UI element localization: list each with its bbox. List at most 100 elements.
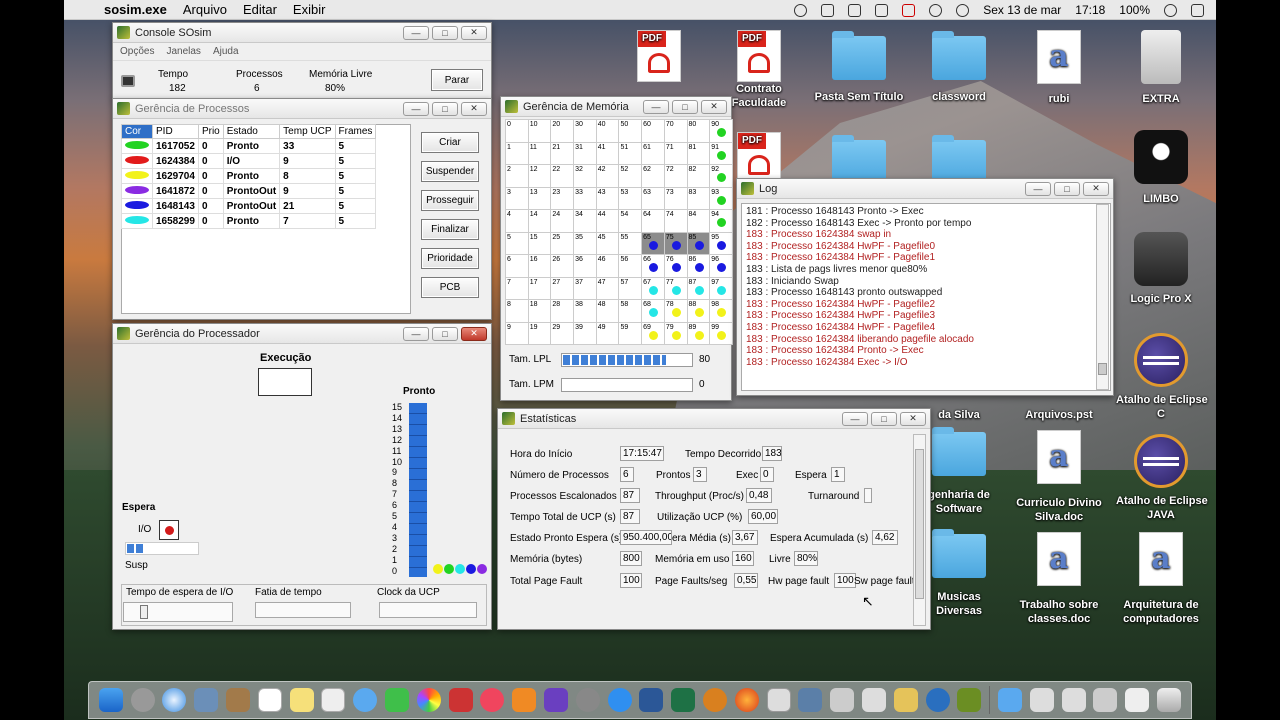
messages-icon[interactable] (353, 688, 378, 712)
prosseguir-button[interactable]: Prosseguir (421, 190, 479, 211)
firefox-icon[interactable] (734, 688, 759, 712)
stats-scrollbar[interactable] (913, 434, 926, 626)
xcode-icon[interactable] (798, 688, 823, 712)
spotlight-icon[interactable] (1164, 3, 1177, 17)
word-icon[interactable] (639, 688, 664, 712)
maximize-button[interactable]: □ (871, 411, 897, 426)
close-button[interactable]: ✕ (461, 326, 487, 341)
desktop-icon-pasta-sem-titulo[interactable]: Pasta Sem Título (814, 31, 904, 104)
trash-icon[interactable] (1156, 688, 1181, 712)
desktop-icon-arquitetura[interactable]: a Arquitetura de computadores (1116, 532, 1206, 626)
col-frames[interactable]: Frames (334, 124, 377, 139)
folder-stack-icon[interactable] (998, 688, 1022, 712)
notes-icon[interactable] (289, 688, 314, 712)
itunes-icon[interactable] (480, 688, 505, 712)
desktop-icon-trabalho[interactable]: a Trabalho sobre classes.doc (1014, 532, 1104, 626)
wifi-icon[interactable] (956, 3, 970, 17)
system-preferences-icon[interactable] (575, 688, 600, 712)
photo-booth-icon[interactable] (448, 688, 473, 712)
table-row[interactable]: 1617052 0 Pronto 33 5 (121, 138, 377, 154)
menubar-time[interactable]: 17:18 (1075, 3, 1105, 17)
menu-arquivo[interactable]: Arquivo (183, 2, 227, 17)
utilities-icon[interactable] (830, 688, 855, 712)
desktop-icon-eclipse-java[interactable]: Atalho de Eclipse JAVA (1116, 434, 1208, 522)
minimize-button[interactable]: — (842, 411, 868, 426)
menubar-date[interactable]: Sex 13 de mar (983, 3, 1061, 17)
estatisticas-titlebar[interactable]: Estatísticas — □ ✕ (498, 409, 930, 429)
desktop-icon-curriculo[interactable]: a Curriculo Divino Silva.doc (1014, 430, 1104, 524)
pcb-button[interactable]: PCB (421, 277, 479, 298)
parar-button[interactable]: Parar (431, 69, 483, 91)
criar-button[interactable]: Criar (421, 132, 479, 153)
menu-ajuda[interactable]: Ajuda (213, 46, 239, 57)
maximize-button[interactable]: □ (432, 101, 458, 116)
minimize-button[interactable]: — (643, 99, 669, 114)
col-cor[interactable]: Cor (121, 124, 153, 139)
maximize-button[interactable]: □ (1054, 181, 1080, 196)
safari-icon[interactable] (162, 688, 187, 712)
table-row[interactable]: 1648143 0 ProntoOut 21 5 (121, 198, 377, 214)
ibooks-icon[interactable] (512, 688, 537, 712)
clock-ucp-slider[interactable] (379, 602, 477, 618)
maximize-button[interactable]: □ (432, 326, 458, 341)
console-titlebar[interactable]: Console SOsim — □ ✕ (113, 23, 491, 43)
col-estado[interactable]: Estado (222, 124, 281, 139)
archive-icon[interactable] (893, 688, 918, 712)
menu-janelas[interactable]: Janelas (166, 46, 200, 57)
app-store-icon[interactable] (607, 688, 632, 712)
close-button[interactable]: ✕ (461, 101, 487, 116)
col-pid[interactable]: PID (152, 124, 199, 139)
close-button[interactable]: ✕ (1083, 181, 1109, 196)
tempo-espera-slider[interactable] (123, 602, 233, 622)
fatia-tempo-slider[interactable] (255, 602, 351, 618)
col-prio[interactable]: Prio (197, 124, 224, 139)
col-temp-ucp[interactable]: Temp UCP (279, 124, 336, 139)
battery-percent[interactable]: 100% (1119, 3, 1150, 17)
photos-icon[interactable] (416, 688, 441, 712)
minimize-button[interactable]: — (1025, 181, 1051, 196)
keyboard-icon[interactable] (766, 688, 791, 712)
clipboard-icon[interactable] (848, 3, 862, 17)
menu-editar[interactable]: Editar (243, 2, 277, 17)
menu-exibir[interactable]: Exibir (293, 2, 326, 17)
processador-titlebar[interactable]: Gerência do Processador — □ ✕ (113, 324, 491, 344)
table-row[interactable]: 1624384 0 I/O 9 5 (121, 153, 377, 169)
imovie-icon[interactable] (544, 688, 569, 712)
menu-opcoes[interactable]: Opções (120, 46, 154, 57)
desktop-icon-pdf[interactable]: PDF (614, 30, 704, 82)
desktop-icon-limbo[interactable]: LIMBO (1116, 130, 1206, 206)
finalizar-button[interactable]: Finalizar (421, 219, 479, 240)
maximize-button[interactable]: □ (432, 25, 458, 40)
processos-titlebar[interactable]: Gerência de Processos — □ ✕ (113, 99, 491, 119)
contacts-icon[interactable] (226, 688, 251, 712)
excel-icon[interactable] (671, 688, 696, 712)
volume-icon[interactable] (821, 3, 835, 17)
menubar-app-name[interactable]: sosim.exe (104, 2, 167, 17)
minimize-button[interactable]: — (403, 101, 429, 116)
desktop-icon-extra[interactable]: EXTRA (1116, 30, 1206, 106)
desktop-icon-rubi[interactable]: a rubi (1014, 30, 1104, 106)
memoria-titlebar[interactable]: Gerência de Memória — □ ✕ (501, 97, 731, 117)
log-list[interactable]: 181 : Processo 1648143 Pronto -> Exec 182… (741, 203, 1111, 391)
minimize-button[interactable]: — (403, 326, 429, 341)
desktop-icon-classword[interactable]: classword (914, 31, 1004, 104)
document-stack-icon[interactable] (1093, 688, 1118, 712)
log-titlebar[interactable]: Log — □ ✕ (737, 179, 1113, 199)
pause-icon[interactable] (902, 3, 916, 17)
facetime-icon[interactable] (385, 688, 410, 712)
screenshot-icon[interactable] (1029, 688, 1054, 712)
desktop-icon-eclipse-c[interactable]: Atalho de Eclipse C (1116, 333, 1208, 421)
finder-icon[interactable] (98, 688, 123, 712)
close-button[interactable]: ✕ (900, 411, 926, 426)
log-scrollbar[interactable] (1096, 204, 1109, 390)
minimize-button[interactable]: — (403, 25, 429, 40)
table-row[interactable]: 1629704 0 Pronto 8 5 (121, 168, 377, 184)
calendar-icon[interactable] (257, 688, 282, 712)
browser-icon[interactable] (925, 688, 950, 712)
table-row[interactable]: 1641872 0 ProntoOut 9 5 (121, 183, 377, 199)
record-icon[interactable] (794, 3, 808, 17)
sosim-dock-icon[interactable] (957, 688, 982, 712)
desktop-icon-logic-pro[interactable]: Logic Pro X (1116, 232, 1206, 306)
time-machine-icon[interactable] (929, 3, 943, 17)
document-stack-icon-2[interactable] (1125, 688, 1150, 712)
